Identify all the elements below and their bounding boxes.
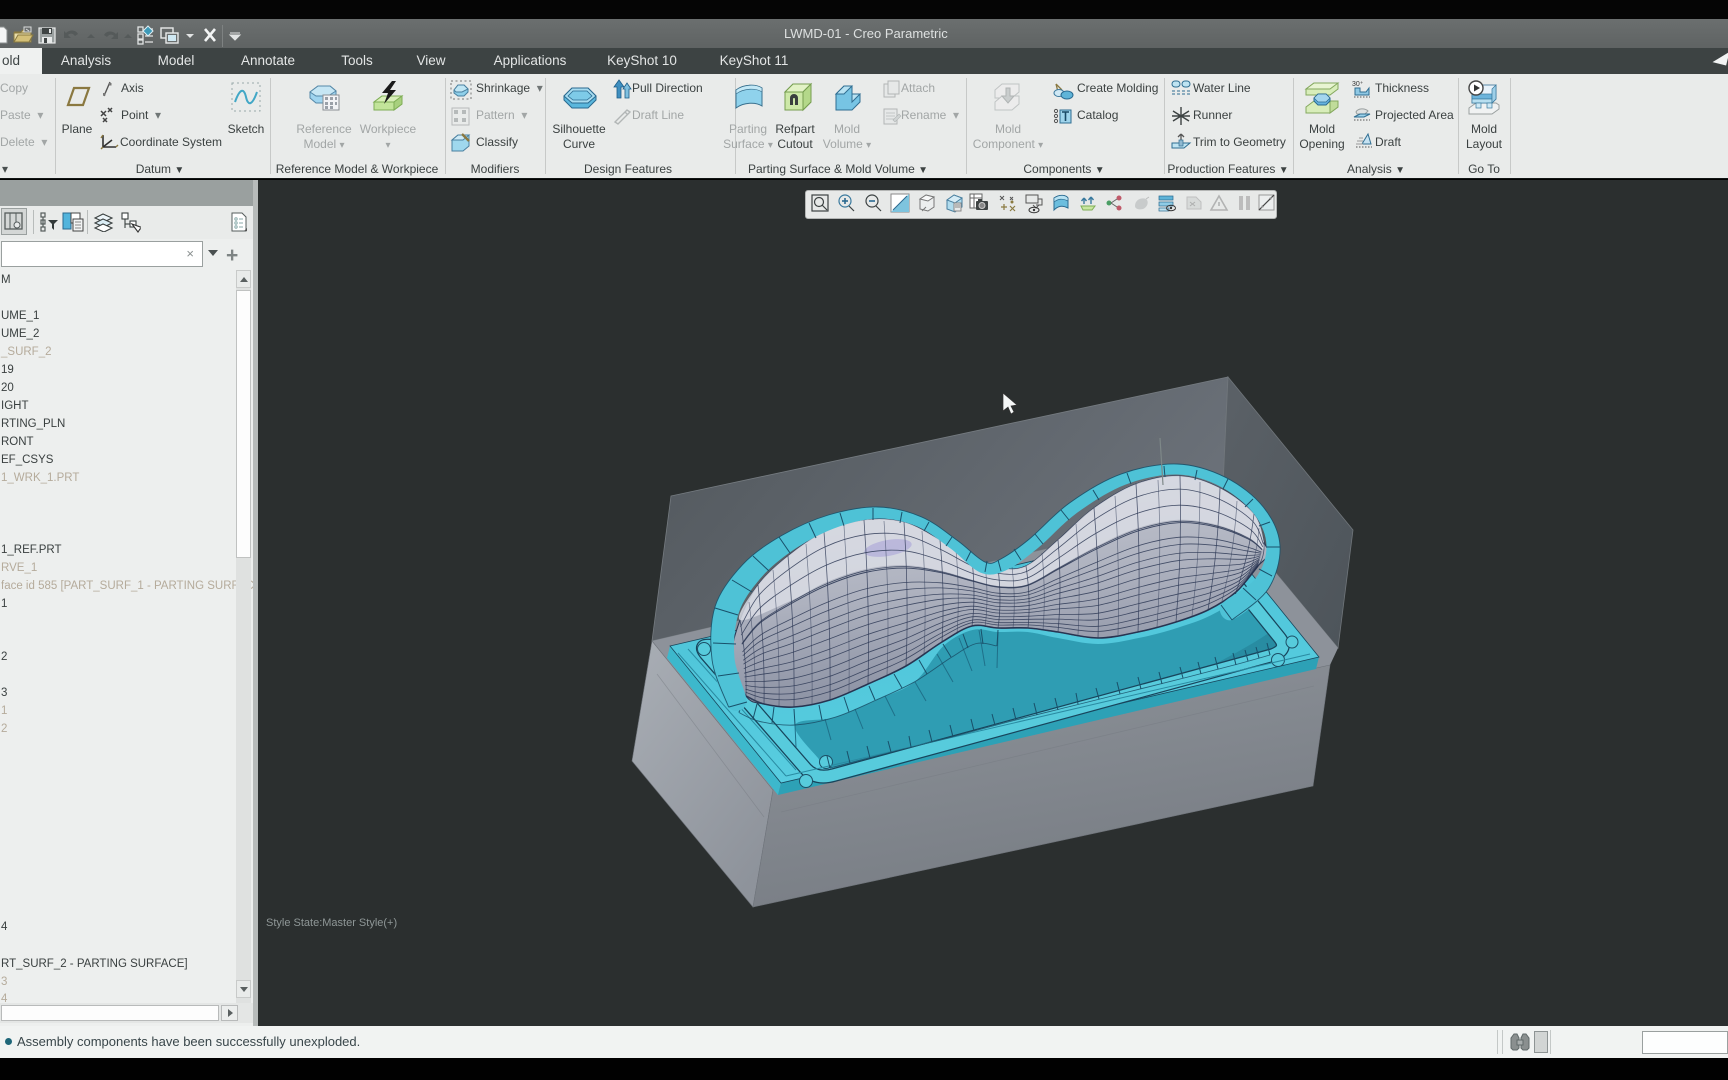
svg-text:30⁺: 30⁺ [1352,81,1364,88]
